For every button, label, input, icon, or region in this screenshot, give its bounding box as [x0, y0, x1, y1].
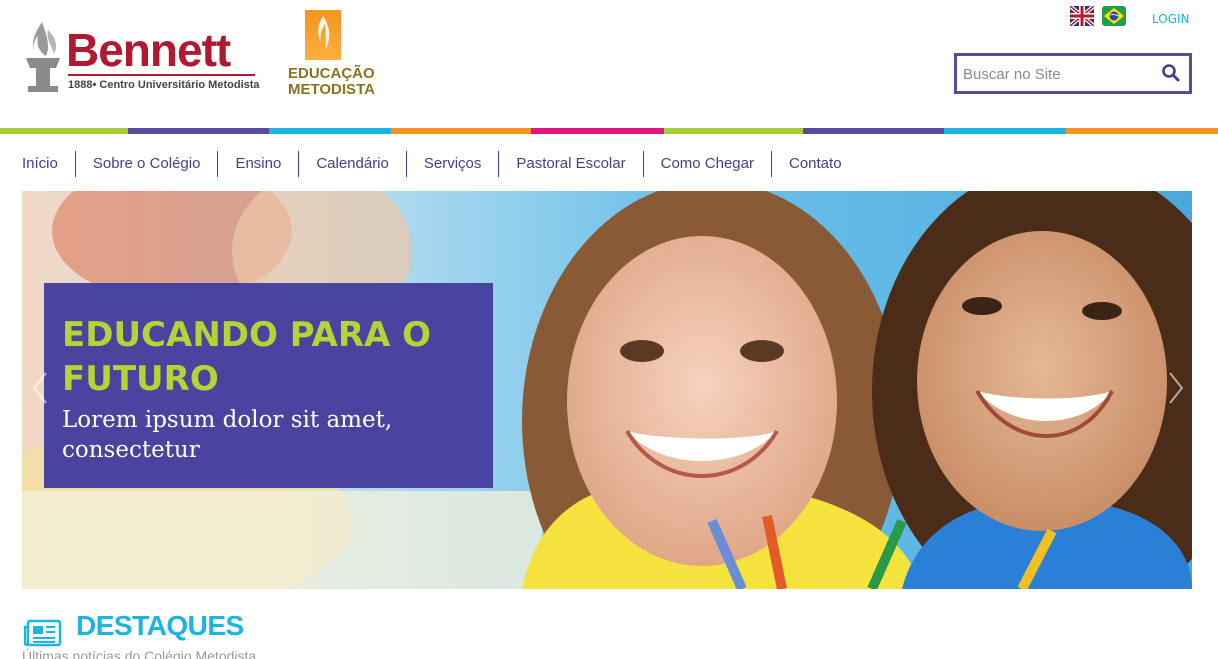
- main-nav: Início Sobre o Colégio Ensino Calendário…: [22, 150, 859, 178]
- search-icon[interactable]: [1161, 63, 1181, 83]
- hero-subtitle: Lorem ipsum dolor sit amet, consectetur: [62, 407, 393, 463]
- nav-item-sobre-o-colegio[interactable]: Sobre o Colégio: [74, 151, 218, 177]
- login-link[interactable]: LOGIN: [1152, 12, 1190, 26]
- educacao-metodista-logo[interactable]: EDUCAÇÃO METODISTA: [288, 10, 378, 102]
- hero-title: EDUCANDO PARA O FUTURO: [62, 315, 432, 399]
- torch-icon: [26, 22, 60, 92]
- nav-item-como-chegar[interactable]: Como Chegar: [642, 151, 771, 177]
- strip-segment: [944, 128, 1066, 134]
- search-box: [954, 53, 1192, 94]
- strip-segment: [1066, 128, 1218, 134]
- destaques-title: DESTAQUES: [76, 610, 244, 641]
- carousel-prev-icon[interactable]: [30, 371, 50, 405]
- strip-segment: [803, 128, 944, 134]
- bennett-logo-name: Bennett: [66, 24, 231, 76]
- nav-item-inicio[interactable]: Início: [22, 151, 75, 177]
- bennett-logo-rule: [68, 74, 255, 76]
- bennett-logo[interactable]: Bennett 1888• Centro Universitário Metod…: [20, 18, 260, 96]
- site-header: Bennett 1888• Centro Universitário Metod…: [0, 0, 1218, 128]
- nav-item-calendario[interactable]: Calendário: [298, 151, 406, 177]
- search-input[interactable]: [963, 63, 1153, 85]
- nav-item-contato[interactable]: Contato: [771, 151, 859, 177]
- hero-carousel[interactable]: EDUCANDO PARA O FUTURO Lorem ipsum dolor…: [22, 191, 1192, 589]
- hero-caption: EDUCANDO PARA O FUTURO Lorem ipsum dolor…: [44, 283, 493, 488]
- language-flags: [1070, 6, 1126, 26]
- newspaper-icon: [24, 619, 62, 647]
- nav-item-pastoral-escolar[interactable]: Pastoral Escolar: [498, 151, 642, 177]
- strip-segment: [128, 128, 269, 134]
- flame-icon: [305, 10, 341, 60]
- uk-flag-icon[interactable]: [1070, 6, 1094, 26]
- destaques-subtitle: Últimas notícias do Colégio Metodista: [22, 648, 257, 659]
- strip-segment: [0, 128, 128, 134]
- strip-segment: [391, 128, 531, 134]
- nav-item-servicos[interactable]: Serviços: [405, 151, 499, 177]
- edu-line1: EDUCAÇÃO: [288, 65, 375, 82]
- brazil-flag-icon[interactable]: [1102, 6, 1126, 26]
- strip-segment: [269, 128, 391, 134]
- strip-segment: [531, 128, 664, 134]
- nav-item-ensino[interactable]: Ensino: [217, 151, 298, 177]
- strip-segment: [664, 128, 803, 134]
- educacao-metodista-text: EDUCAÇÃO METODISTA: [288, 66, 375, 98]
- carousel-next-icon[interactable]: [1166, 371, 1186, 405]
- edu-line2: METODISTA: [288, 81, 375, 98]
- color-strip: [0, 128, 1218, 134]
- bennett-logo-subtitle: 1888• Centro Universitário Metodista: [68, 79, 260, 91]
